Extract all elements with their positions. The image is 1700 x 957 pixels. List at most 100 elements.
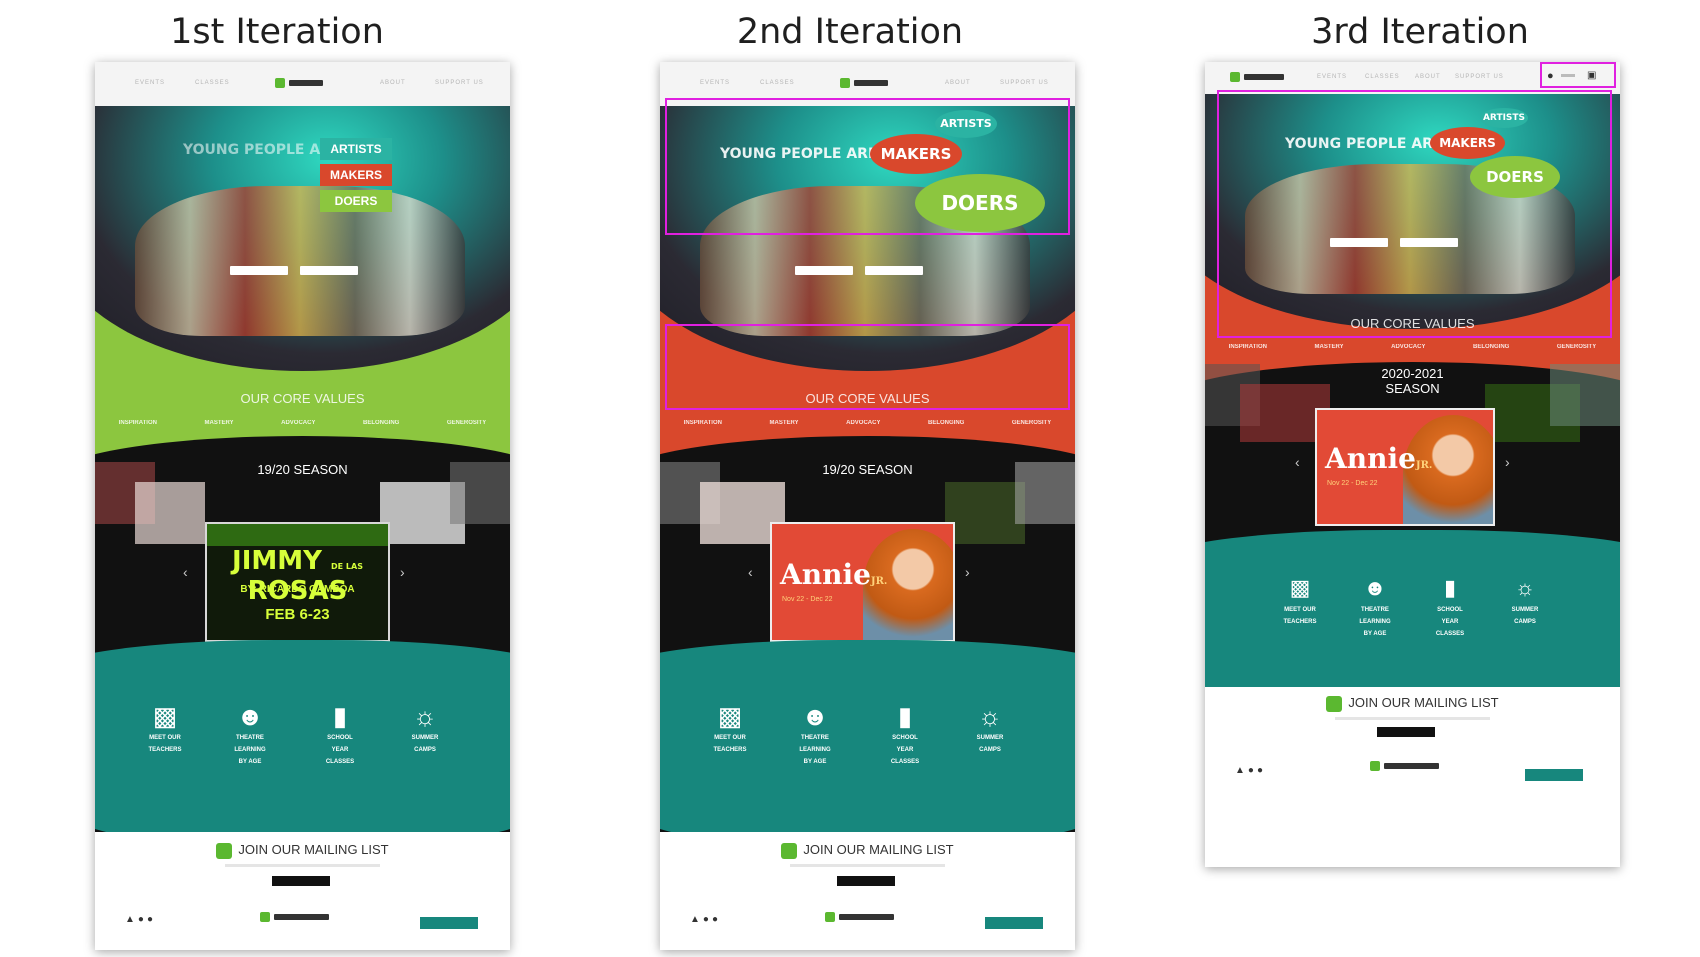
feature-school-year[interactable]: ▮ SCHOOL YEAR CLASSES: [875, 702, 935, 766]
poster-title: Annie: [780, 558, 871, 591]
teacher-icon: ▩: [717, 701, 743, 731]
envelope-icon: [781, 842, 798, 859]
teacher-icon: ▩: [1289, 575, 1311, 600]
poster-dates: Nov 22 - Dec 22: [782, 596, 833, 603]
carousel-next-icon[interactable]: ›: [400, 564, 405, 580]
footer-logo[interactable]: [260, 910, 329, 924]
hero-prefix: YOUNG PEOPLE ARE: [183, 142, 341, 158]
donate-button[interactable]: [420, 917, 478, 929]
social-icons[interactable]: ▲●●: [125, 914, 156, 925]
nav-link[interactable]: CLASSES: [760, 80, 795, 86]
value-item: GENEROSITY: [1011, 420, 1052, 426]
nav-link[interactable]: ABOUT: [945, 80, 971, 86]
footer: JOIN OUR MAILING LIST ▲●●: [660, 832, 1075, 950]
value-item: INSPIRATION: [1228, 344, 1267, 350]
sun-icon: ☼: [978, 701, 1002, 731]
feature-school-year[interactable]: ▮ SCHOOL YEAR CLASSES: [1420, 574, 1480, 638]
footer-logo[interactable]: [1370, 759, 1439, 773]
value-item: MASTERY: [204, 420, 234, 426]
hero-button[interactable]: [795, 266, 853, 275]
feature-school-year[interactable]: ▮ SCHOOL YEAR CLASSES: [310, 702, 370, 766]
poster-title: Annie: [1325, 442, 1416, 475]
feature-summer-camps[interactable]: ☼ SUMMER CAMPS: [960, 702, 1020, 754]
subscribe-button[interactable]: [1377, 727, 1435, 737]
feature-meet-teachers[interactable]: ▩ MEET OUR TEACHERS: [1270, 574, 1330, 626]
hero-section: YOUNG PEOPLE ARE ARTISTS MAKERS DOERS OU…: [95, 106, 510, 476]
season-title: 19/20 SEASON: [822, 462, 913, 477]
carousel-side-card[interactable]: [1015, 462, 1075, 524]
nav-link[interactable]: EVENTS: [700, 80, 730, 86]
highlight-nav-account: [1540, 62, 1616, 88]
footer-logo[interactable]: [825, 910, 894, 924]
feature-theatre-learning[interactable]: ☻ THEATRE LEARNING BY AGE: [1345, 574, 1405, 638]
nav-link[interactable]: CLASSES: [195, 80, 230, 86]
poster-byline: BY: RICARDO GAMBOA: [240, 584, 355, 595]
poster-annie-jr[interactable]: AnnieJR. Nov 22 - Dec 22: [770, 522, 955, 642]
poster-annie-jr[interactable]: AnnieJR. Nov 22 - Dec 22: [1315, 408, 1495, 526]
value-item: MASTERY: [769, 420, 799, 426]
nav-link[interactable]: EVENTS: [1317, 74, 1347, 80]
subscribe-button[interactable]: [272, 876, 330, 886]
values-title: OUR CORE VALUES: [240, 391, 365, 406]
site-logo[interactable]: [275, 76, 323, 90]
feature-theatre-learning[interactable]: ☻ THEATRE LEARNING BY AGE: [785, 702, 845, 766]
feature-summer-camps[interactable]: ☼ SUMMER CAMPS: [395, 702, 455, 754]
nav-link[interactable]: ABOUT: [380, 80, 406, 86]
hero-button[interactable]: [300, 266, 358, 275]
carousel-next-icon[interactable]: ›: [1505, 454, 1510, 470]
poster-title-sub: DE LAS: [331, 562, 363, 571]
subscribe-button[interactable]: [837, 876, 895, 886]
donate-button[interactable]: [985, 917, 1043, 929]
nav-link[interactable]: SUPPORT US: [435, 80, 484, 86]
envelope-icon: [1326, 695, 1343, 712]
sun-icon: ☼: [413, 701, 437, 731]
nav-link[interactable]: ABOUT: [1415, 74, 1441, 80]
nav-link[interactable]: SUPPORT US: [1000, 80, 1049, 86]
social-icons[interactable]: ▲●●: [1235, 765, 1266, 776]
poster-dates: FEB 6-23: [265, 606, 330, 623]
mailing-list-heading: JOIN OUR MAILING LIST: [660, 842, 1075, 859]
season-title: 19/20 SEASON: [257, 462, 348, 477]
nav-link[interactable]: EVENTS: [135, 80, 165, 86]
nav-link[interactable]: SUPPORT US: [1455, 74, 1504, 80]
carousel-side-card[interactable]: [135, 482, 205, 544]
hero-word-artists: ARTISTS: [320, 138, 392, 160]
carousel-prev-icon[interactable]: ‹: [183, 564, 188, 580]
site-logo[interactable]: [1230, 70, 1284, 84]
hero-button[interactable]: [230, 266, 288, 275]
poster-jimmy-de-las-rosas[interactable]: JIMMY DE LAS ROSAS BY: RICARDO GAMBOA FE…: [205, 522, 390, 642]
carousel-side-card[interactable]: [1550, 364, 1620, 426]
column-title-2: 2nd Iteration: [736, 12, 964, 52]
feature-meet-teachers[interactable]: ▩ MEET OUR TEACHERS: [135, 702, 195, 754]
value-item: GENEROSITY: [1556, 344, 1597, 350]
envelope-icon: [216, 842, 233, 859]
hero-button[interactable]: [865, 266, 923, 275]
donate-button[interactable]: [1525, 769, 1583, 781]
poster-title: JIMMY: [232, 546, 322, 576]
feature-meet-teachers[interactable]: ▩ MEET OUR TEACHERS: [700, 702, 760, 754]
value-item: MASTERY: [1314, 344, 1344, 350]
nav-link[interactable]: CLASSES: [1365, 74, 1400, 80]
features-band: [1205, 530, 1620, 710]
feature-summer-camps[interactable]: ☼ SUMMER CAMPS: [1495, 574, 1555, 626]
value-item: INSPIRATION: [683, 420, 722, 426]
carousel-prev-icon[interactable]: ‹: [1295, 454, 1300, 470]
footer: JOIN OUR MAILING LIST ▲●●: [1205, 687, 1620, 867]
sun-icon: ☼: [1514, 575, 1536, 600]
nav-bar: EVENTS CLASSES ABOUT SUPPORT US: [95, 62, 510, 106]
value-item: GENEROSITY: [446, 420, 487, 426]
social-icons[interactable]: ▲●●: [690, 914, 721, 925]
poster-dates: Nov 22 - Dec 22: [1327, 480, 1378, 487]
carousel-side-card[interactable]: [945, 482, 1025, 544]
value-item: ADVOCACY: [1391, 344, 1426, 350]
feature-theatre-learning[interactable]: ☻ THEATRE LEARNING BY AGE: [220, 702, 280, 766]
carousel-side-card[interactable]: [450, 462, 510, 524]
carousel-next-icon[interactable]: ›: [965, 564, 970, 580]
site-logo[interactable]: [840, 76, 888, 90]
column-title-1: 1st Iteration: [170, 12, 384, 52]
book-icon: ▮: [897, 701, 913, 731]
theatre-masks-icon: ☻: [1363, 575, 1387, 600]
value-item: BELONGING: [1473, 344, 1510, 350]
values-list: INSPIRATION MASTERY ADVOCACY BELONGING G…: [660, 420, 1075, 426]
carousel-prev-icon[interactable]: ‹: [748, 564, 753, 580]
